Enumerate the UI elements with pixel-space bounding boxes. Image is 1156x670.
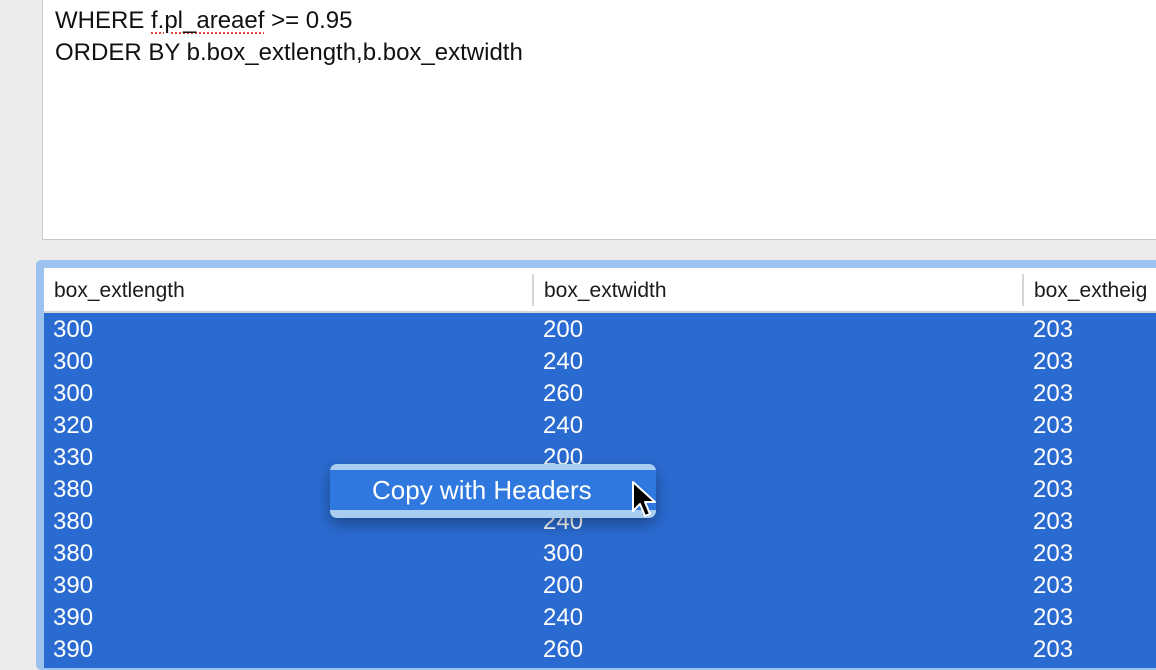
table-cell[interactable]: 240 <box>534 346 583 378</box>
table-cell[interactable]: 203 <box>1024 410 1073 442</box>
table-cell[interactable]: 203 <box>1024 314 1073 346</box>
table-cell[interactable]: 300 <box>534 538 583 570</box>
table-cell[interactable]: 330 <box>44 442 93 474</box>
table-cell[interactable]: 203 <box>1024 474 1073 506</box>
table-cell[interactable]: 300 <box>44 314 93 346</box>
table-cell[interactable]: 203 <box>1024 506 1073 538</box>
table-cell[interactable]: 240 <box>534 410 583 442</box>
table-cell[interactable]: 300 <box>44 346 93 378</box>
table-cell[interactable]: 300 <box>44 378 93 410</box>
menu-item-copy-with-headers[interactable]: Copy with Headers <box>330 470 656 510</box>
table-cell[interactable]: 380 <box>44 506 93 538</box>
table-cell[interactable]: 390 <box>44 602 93 634</box>
table-cell[interactable]: 380 <box>44 474 93 506</box>
table-cell[interactable]: 240 <box>534 602 583 634</box>
table-cell[interactable]: 200 <box>534 314 583 346</box>
sql-line-where: WHERE f.pl_areaef >= 0.95 <box>55 5 353 37</box>
column-header-box-extheight[interactable]: box_extheig <box>1024 268 1156 311</box>
table-cell[interactable]: 203 <box>1024 346 1073 378</box>
table-row[interactable]: 300 240 203 <box>44 346 1156 378</box>
arrow-pointer-icon <box>632 481 656 517</box>
sql-line-order-by: ORDER BY b.box_extlength,b.box_extwidth <box>55 39 523 66</box>
column-header-box-extlength[interactable]: box_extlength <box>44 268 532 311</box>
table-cell[interactable]: 203 <box>1024 634 1073 666</box>
grid-header: box_extlength box_extwidth box_extheig <box>44 268 1156 313</box>
table-row[interactable]: 390 240 203 <box>44 602 1156 634</box>
sql-line-clipped: _ _ <box>55 0 375 1</box>
table-row[interactable]: 390 260 203 <box>44 634 1156 666</box>
table-cell[interactable]: 390 <box>44 634 93 666</box>
misspelled-word[interactable]: f.pl_areaef <box>151 7 264 34</box>
table-row[interactable]: 300 200 203 <box>44 314 1156 346</box>
table-cell[interactable]: 380 <box>44 538 93 570</box>
table-cell[interactable]: 320 <box>44 410 93 442</box>
table-row[interactable]: 380 300 203 <box>44 538 1156 570</box>
context-menu: Copy with Headers <box>330 464 656 518</box>
table-cell[interactable]: 203 <box>1024 602 1073 634</box>
sql-keyword-where: WHERE <box>55 7 151 34</box>
table-cell[interactable]: 203 <box>1024 442 1073 474</box>
table-row[interactable]: 390 200 203 <box>44 570 1156 602</box>
sql-condition: >= 0.95 <box>264 7 353 34</box>
table-cell[interactable]: 203 <box>1024 570 1073 602</box>
column-header-box-extwidth[interactable]: box_extwidth <box>534 268 1022 311</box>
table-cell[interactable]: 200 <box>534 570 583 602</box>
query-window: _ _ WHERE f.pl_areaef >= 0.95 ORDER BY b… <box>0 0 1156 670</box>
table-cell[interactable]: 260 <box>534 634 583 666</box>
table-row[interactable]: 300 260 203 <box>44 378 1156 410</box>
table-cell[interactable]: 260 <box>534 378 583 410</box>
table-cell[interactable]: 390 <box>44 570 93 602</box>
table-cell[interactable]: 203 <box>1024 378 1073 410</box>
table-cell[interactable]: 203 <box>1024 538 1073 570</box>
sql-query-editor[interactable]: _ _ WHERE f.pl_areaef >= 0.95 ORDER BY b… <box>42 0 1156 240</box>
table-row[interactable]: 320 240 203 <box>44 410 1156 442</box>
